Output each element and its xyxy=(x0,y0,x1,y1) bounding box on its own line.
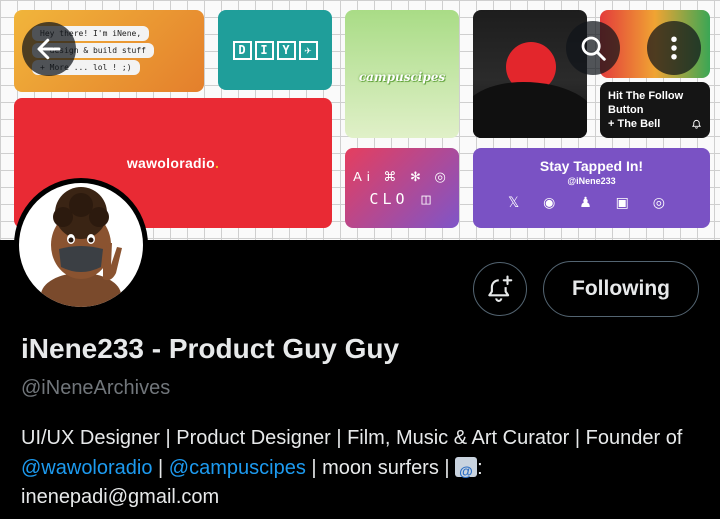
tool-icons-row-2: CLO ◫ xyxy=(369,189,435,208)
bio-text: UI/UX Designer | Product Designer | Film… xyxy=(21,427,683,449)
bio-separator: | xyxy=(152,456,169,479)
hill-graphic xyxy=(473,82,587,138)
user-handle: @iNeneArchives xyxy=(21,377,171,399)
display-name: iNene233 - Product Guy Guy xyxy=(21,333,400,364)
avatar-image xyxy=(19,183,143,307)
bio-email: inenepadi@gmail.com xyxy=(21,486,220,508)
memoji-avatar-icon xyxy=(41,187,122,307)
arrow-left-icon xyxy=(37,38,61,60)
diy-letter: I xyxy=(254,40,274,60)
wawoloradio-logo-dot: . xyxy=(214,155,220,171)
campuscipes-logo: campuscipes xyxy=(358,70,446,84)
diy-letter: Y xyxy=(276,40,296,60)
campuscipes-mention-link[interactable]: @campuscipes xyxy=(169,457,306,479)
profile-avatar[interactable] xyxy=(14,178,148,312)
search-button[interactable] xyxy=(566,21,620,75)
banner-tile-sunset xyxy=(473,10,587,138)
bell-plus-icon xyxy=(488,275,513,302)
follow-line-3: + The Bell xyxy=(608,118,661,130)
banner-tile-tools: Ai ⌘ ✻ ◎ CLO ◫ xyxy=(345,148,459,228)
socials-handle: @iNene233 xyxy=(567,176,616,186)
bell-icon xyxy=(691,119,702,129)
follow-line-1: Hit The Follow xyxy=(608,90,684,102)
wawoloradio-logo: wawoloradio. xyxy=(127,155,219,171)
notifications-bell-button[interactable] xyxy=(473,262,527,316)
following-button[interactable]: Following xyxy=(543,261,699,317)
tool-icons-row-1: Ai ⌘ ✻ ◎ xyxy=(353,168,451,184)
more-options-button[interactable] xyxy=(647,21,701,75)
banner-tile-follow-reminder: Hit The Follow Button + The Bell xyxy=(600,82,710,138)
bio-colon: : xyxy=(477,456,483,479)
social-icons: 𝕏 ◉ ♟ ▣ ◎ xyxy=(507,194,676,210)
more-vertical-icon xyxy=(671,36,677,60)
banner-tile-diy: D I Y ✈ xyxy=(218,10,332,90)
follow-line-2: Button xyxy=(608,104,644,116)
diy-letter: ✈ xyxy=(298,40,318,60)
diy-letter: D xyxy=(232,40,252,60)
search-icon xyxy=(581,36,606,61)
socials-title: Stay Tapped In! xyxy=(539,158,644,174)
email-emoji-icon xyxy=(455,456,478,486)
wawoloradio-mention-link[interactable]: @wawoloradio xyxy=(21,457,152,479)
banner-tile-campuscipes: campuscipes xyxy=(345,10,459,138)
back-button[interactable] xyxy=(22,22,76,76)
profile-bio: UI/UX Designer | Product Designer | Film… xyxy=(21,424,711,513)
bio-text-2: | moon surfers | xyxy=(305,456,456,479)
wawoloradio-logo-text: wawoloradio xyxy=(126,155,215,171)
banner-tile-socials: Stay Tapped In! @iNene233 𝕏 ◉ ♟ ▣ ◎ xyxy=(473,148,710,228)
